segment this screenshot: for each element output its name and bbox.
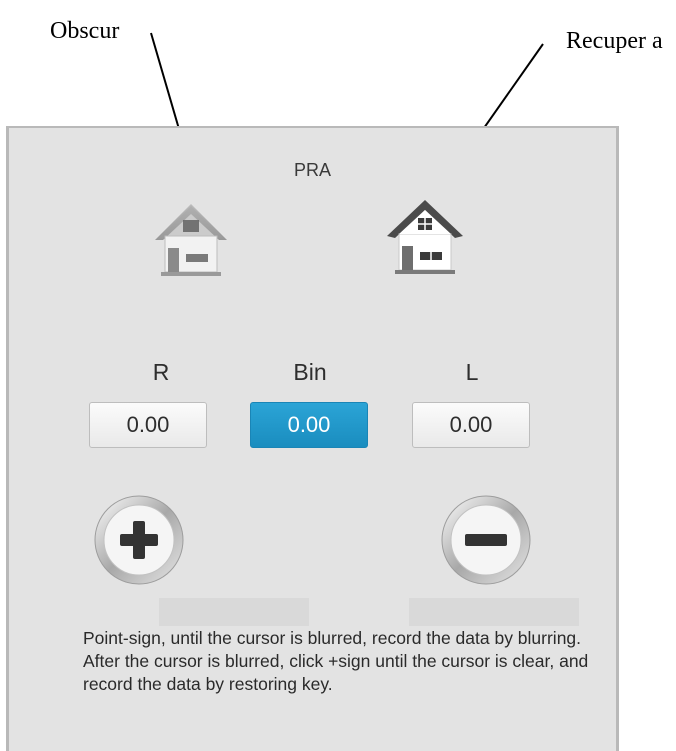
minus-button[interactable] (440, 494, 532, 586)
background-ghost-text (89, 340, 93, 358)
house-obscured-icon[interactable] (151, 198, 231, 278)
instructions-text: Point-sign, until the cursor is blurred,… (83, 628, 589, 694)
callout-recover: Recuper a (566, 28, 663, 54)
label-bin: Bin (293, 359, 327, 385)
callout-obscure: Obscur (50, 18, 120, 44)
background-ghost-box (409, 598, 579, 626)
plus-icon (94, 495, 184, 585)
background-ghost-box (159, 598, 309, 626)
label-r: R (152, 359, 170, 385)
value-l-button[interactable]: 0.00 (412, 402, 530, 448)
value-bin-button[interactable]: 0.00 (250, 402, 368, 448)
dialog-title: PRA (293, 160, 331, 180)
plus-button[interactable] (93, 494, 185, 586)
label-l: L (465, 359, 479, 385)
value-r-button[interactable]: 0.00 (89, 402, 207, 448)
minus-icon (441, 495, 531, 585)
house-clear-icon[interactable] (385, 196, 465, 276)
pra-dialog: PRA R Bin L 0.00 0.00 0.00 Point-sign, u… (6, 126, 619, 751)
